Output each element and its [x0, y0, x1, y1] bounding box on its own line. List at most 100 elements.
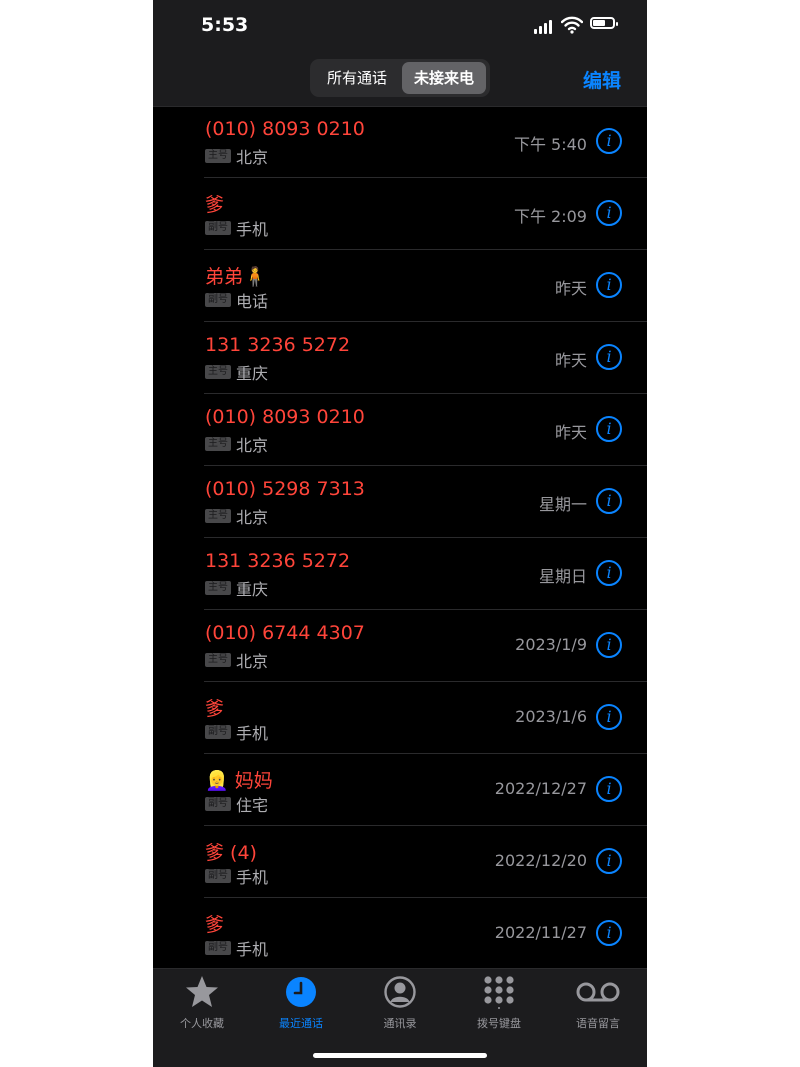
caller-name: (010) 5298 7313 [205, 478, 365, 500]
info-icon[interactable]: i [596, 488, 622, 514]
call-label: 住宅 [236, 796, 269, 815]
info-icon[interactable]: i [596, 560, 622, 586]
caller-name: 131 3236 5272 [205, 334, 351, 356]
line-badge: 副号 [205, 869, 231, 883]
caller-name: 爹 (4) [205, 842, 257, 864]
tab-keypad[interactable]: 拨号键盘 [450, 975, 548, 1031]
call-time: 2023/1/6 [515, 707, 587, 726]
caller-name: 👱‍♀️ 妈妈 [205, 770, 273, 792]
call-time: 昨天 [554, 423, 587, 442]
call-row[interactable]: (010) 8093 0210 主号 北京 昨天 i [153, 394, 647, 466]
info-icon[interactable]: i [596, 632, 622, 658]
line-badge: 副号 [205, 725, 231, 739]
info-icon[interactable]: i [596, 704, 622, 730]
call-subtitle: 副号 手机 [205, 216, 268, 239]
call-label: 手机 [236, 724, 269, 743]
caller-name: 爹 [205, 698, 225, 720]
call-subtitle: 副号 手机 [205, 864, 268, 887]
home-indicator[interactable] [313, 1053, 487, 1058]
call-time: 星期一 [538, 495, 587, 514]
tab-label: 通讯录 [383, 1017, 417, 1030]
line-badge: 主号 [205, 653, 231, 667]
tab-contacts[interactable]: 通讯录 [351, 975, 449, 1031]
call-label: 北京 [236, 508, 269, 527]
line-badge: 副号 [205, 293, 231, 307]
call-filter-segment: 所有通话 未接来电 [310, 59, 490, 97]
call-label: 手机 [236, 868, 269, 887]
call-row[interactable]: 爹 (4) 副号 手机 2022/12/20 i [153, 826, 647, 898]
call-row[interactable]: (010) 5298 7313 主号 北京 星期一 i [153, 466, 647, 538]
person-circle-icon [384, 976, 416, 1008]
segment-all-calls[interactable]: 所有通话 [314, 62, 400, 94]
call-subtitle: 副号 手机 [205, 936, 268, 959]
call-subtitle: 主号 北京 [205, 648, 268, 671]
caller-name: (010) 8093 0210 [205, 118, 365, 140]
caller-name: 爹 [205, 194, 225, 216]
call-row[interactable]: 👱‍♀️ 妈妈 副号 住宅 2022/12/27 i [153, 754, 647, 826]
line-badge: 副号 [205, 797, 231, 811]
call-subtitle: 主号 重庆 [205, 360, 268, 383]
call-label: 电话 [236, 292, 269, 311]
call-subtitle: 主号 北京 [205, 504, 268, 527]
call-row[interactable]: 爹副号 手机 下午 2:09 i [153, 178, 647, 250]
call-label: 北京 [236, 148, 269, 167]
info-icon[interactable]: i [596, 272, 622, 298]
tab-recents[interactable]: 最近通话 [252, 975, 350, 1031]
segment-missed-calls[interactable]: 未接来电 [402, 62, 486, 94]
call-row[interactable]: (010) 8093 0210 主号 北京 下午 5:40 i [153, 106, 647, 178]
status-bar: 5:53 [153, 0, 647, 54]
star-icon [186, 976, 218, 1007]
info-icon[interactable]: i [596, 128, 622, 154]
call-row[interactable]: 爹副号 手机 2023/1/6 i [153, 682, 647, 754]
call-time: 下午 5:40 [513, 135, 587, 154]
call-time: 昨天 [554, 279, 587, 298]
info-icon[interactable]: i [596, 848, 622, 874]
edit-button[interactable]: 编辑 [583, 66, 621, 93]
call-time: 2022/11/27 [494, 923, 587, 942]
status-time: 5:53 [201, 14, 249, 36]
call-list: (010) 8093 0210 主号 北京 下午 5:40 i 爹副号 手机 下午 2:09 i… [153, 106, 647, 970]
call-time: 昨天 [554, 351, 587, 370]
info-icon[interactable]: i [596, 344, 622, 370]
caller-name: (010) 6744 4307 [205, 622, 365, 644]
call-label: 手机 [236, 940, 269, 959]
call-row[interactable]: 弟弟🧍 副号 电话 昨天 i [153, 250, 647, 322]
info-icon[interactable]: i [596, 200, 622, 226]
line-badge: 主号 [205, 437, 231, 451]
info-icon[interactable]: i [596, 920, 622, 946]
call-subtitle: 副号 手机 [205, 720, 268, 743]
tab-voicemail[interactable]: 语音留言 [549, 975, 647, 1031]
line-badge: 主号 [205, 149, 231, 163]
call-time: 2023/1/9 [515, 635, 587, 654]
clock-icon [286, 977, 316, 1007]
call-label: 北京 [236, 652, 269, 671]
tab-label: 最近通话 [279, 1017, 323, 1030]
voicemail-icon [576, 982, 620, 1002]
call-time: 2022/12/20 [494, 851, 587, 870]
call-subtitle: 主号 重庆 [205, 576, 268, 599]
caller-name: 131 3236 5272 [205, 550, 351, 572]
nav-bar: 所有通话 未接来电 编辑 [153, 54, 647, 107]
tab-favorites[interactable]: 个人收藏 [153, 975, 251, 1031]
caller-name: 弟弟🧍 [205, 266, 267, 288]
tab-label: 个人收藏 [180, 1017, 224, 1030]
call-row[interactable]: 131 3236 5272 主号 重庆 昨天 i [153, 322, 647, 394]
call-subtitle: 副号 住宅 [205, 792, 268, 815]
phone-screen: 5:53 所有通话 未接来电 编辑 (010) 8093 0210 主号 北京 下午 … [153, 0, 647, 1067]
info-icon[interactable]: i [596, 416, 622, 442]
call-time: 星期日 [538, 567, 587, 586]
battery-icon [590, 17, 618, 29]
call-row[interactable]: 131 3236 5272 主号 重庆 星期日 i [153, 538, 647, 610]
call-row[interactable]: 爹副号 手机 2022/11/27 i [153, 898, 647, 970]
info-icon[interactable]: i [596, 776, 622, 802]
call-row[interactable]: (010) 6744 4307 主号 北京 2023/1/9 i [153, 610, 647, 682]
line-badge: 主号 [205, 581, 231, 595]
call-subtitle: 主号 北京 [205, 432, 268, 455]
line-badge: 主号 [205, 509, 231, 523]
call-label: 手机 [236, 220, 269, 239]
call-label: 重庆 [236, 580, 269, 599]
call-label: 重庆 [236, 364, 269, 383]
tab-label: 拨号键盘 [477, 1017, 521, 1030]
line-badge: 副号 [205, 221, 231, 235]
wifi-icon [561, 16, 583, 34]
